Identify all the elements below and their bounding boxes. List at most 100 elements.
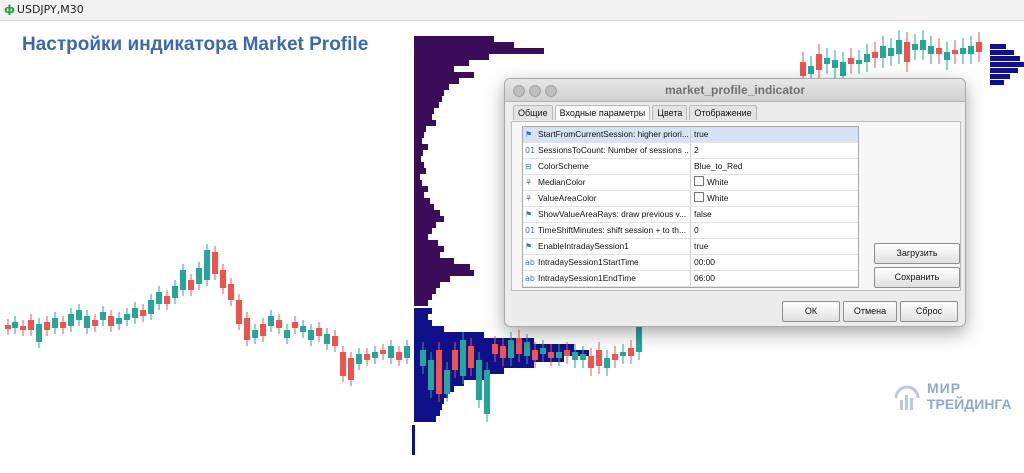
param-value[interactable]: 06:00 bbox=[690, 271, 715, 286]
profile-bar bbox=[414, 252, 440, 258]
candle-body bbox=[612, 354, 618, 360]
candle-body bbox=[532, 350, 538, 360]
candle-body bbox=[436, 350, 442, 394]
candle-body bbox=[60, 322, 66, 328]
candle-body bbox=[524, 342, 530, 356]
param-value-text: 00:00 bbox=[694, 257, 715, 267]
candle-body bbox=[244, 318, 250, 340]
profile-bar bbox=[414, 410, 440, 416]
profile-bar bbox=[414, 204, 434, 210]
candle-body bbox=[976, 42, 982, 52]
candle-body bbox=[396, 352, 402, 360]
param-row[interactable]: ⊟IntradaySession1ColorSchemeBlue_to_Red bbox=[523, 287, 858, 288]
candle-body bbox=[380, 350, 386, 354]
param-value[interactable]: White bbox=[690, 191, 728, 206]
candle-body bbox=[28, 320, 34, 330]
cancel-button[interactable]: Отмена bbox=[843, 301, 897, 322]
candle-body bbox=[348, 358, 354, 380]
reset-button[interactable]: Сброс bbox=[900, 301, 958, 322]
param-value[interactable]: Blue_to_Red bbox=[690, 159, 742, 174]
candle-body bbox=[952, 50, 958, 54]
candle-body bbox=[132, 308, 138, 318]
profile-bar bbox=[414, 72, 474, 78]
param-value[interactable]: White bbox=[690, 175, 728, 190]
param-row[interactable]: ⚑ ShowValueAreaRays: draw previous v... fa… bbox=[523, 207, 858, 223]
param-value[interactable]: true bbox=[690, 239, 708, 254]
param-value[interactable]: true bbox=[690, 127, 708, 142]
load-button[interactable]: Загрузить bbox=[874, 243, 960, 264]
profile-bar bbox=[414, 246, 444, 252]
color-swatch-icon[interactable] bbox=[694, 192, 704, 202]
profile-bar bbox=[414, 150, 423, 156]
candle-body bbox=[140, 310, 146, 316]
candle-body bbox=[20, 326, 26, 330]
candle-body bbox=[872, 52, 878, 58]
param-row[interactable]: 01 SessionsToCount: Number of sessions ..… bbox=[523, 143, 858, 159]
candle-body bbox=[180, 270, 186, 290]
candle-body bbox=[252, 330, 258, 338]
symbol-label[interactable]: ф USDJPY,M30 bbox=[4, 3, 84, 16]
candle-body bbox=[12, 322, 18, 328]
param-row[interactable]: ⚘ ValueAreaColor White bbox=[523, 191, 858, 207]
param-row[interactable]: ⚑ EnableIntradaySession1 true bbox=[523, 239, 858, 255]
param-name: ⚑ EnableIntradaySession1 bbox=[525, 241, 689, 251]
dialog-titlebar[interactable]: market_profile_indicator bbox=[505, 79, 965, 102]
param-name-text: ShowValueAreaRays: draw previous v... bbox=[538, 209, 687, 219]
param-name-text: SessionsToCount: Number of sessions ... bbox=[538, 145, 689, 155]
profile-bar bbox=[414, 416, 436, 422]
param-row[interactable]: ⊟ ColorScheme Blue_to_Red bbox=[523, 159, 858, 175]
param-value[interactable]: 2 bbox=[690, 143, 699, 158]
candle-body bbox=[800, 62, 806, 76]
profile-bar bbox=[414, 308, 432, 314]
candle-body bbox=[548, 352, 554, 358]
tab-inputs[interactable]: Входные параметры bbox=[554, 105, 651, 120]
profile-bar bbox=[414, 288, 436, 294]
candle-body bbox=[404, 346, 410, 358]
profile-bar bbox=[414, 60, 469, 66]
param-row[interactable]: ab IntradaySession1EndTime 06:00 bbox=[523, 271, 858, 287]
tab-display[interactable]: Отображение bbox=[689, 105, 757, 120]
page-title: Настройки индикатора Market Profile bbox=[22, 34, 369, 55]
string-icon: ab bbox=[525, 258, 535, 267]
save-button[interactable]: Сохранить bbox=[874, 267, 960, 288]
ok-button[interactable]: ОК bbox=[782, 301, 840, 322]
param-value-text: White bbox=[707, 177, 729, 187]
profile-bar bbox=[414, 222, 436, 228]
candle-body bbox=[944, 52, 950, 60]
candle-body bbox=[516, 338, 522, 354]
tab-general[interactable]: Общие bbox=[513, 105, 553, 120]
candle-body bbox=[636, 326, 642, 352]
param-row[interactable]: ⚘ MedianColor White bbox=[523, 175, 858, 191]
param-name-text: ColorScheme bbox=[538, 161, 589, 171]
param-value-text: Blue_to_Red bbox=[694, 161, 743, 171]
candle-body bbox=[260, 324, 266, 336]
parameter-rows: ⚑ StartFromCurrentSession: higher priori.… bbox=[523, 127, 858, 288]
param-value[interactable]: 00:00 bbox=[690, 255, 715, 270]
candles-icon: ф bbox=[4, 3, 15, 16]
param-value[interactable]: Blue_to_Red bbox=[690, 287, 742, 288]
param-row[interactable]: ⚑ StartFromCurrentSession: higher priori.… bbox=[523, 127, 858, 143]
candle-body bbox=[220, 270, 226, 288]
candle-body bbox=[292, 322, 298, 328]
profile-bar bbox=[414, 198, 430, 204]
dialog-title: market_profile_indicator bbox=[664, 83, 806, 97]
param-name: ⚑ ShowValueAreaRays: draw previous v... bbox=[525, 209, 689, 219]
profile-bar bbox=[414, 332, 484, 338]
palette-icon: ⚘ bbox=[525, 178, 533, 187]
profile-bar bbox=[414, 320, 432, 326]
tab-panel: ⚑ StartFromCurrentSession: higher priori.… bbox=[511, 121, 961, 291]
param-name: ab IntradaySession1StartTime bbox=[525, 257, 689, 267]
param-value-text: false bbox=[694, 209, 712, 219]
param-row[interactable]: 01 TimeShiftMinutes: shift session + to t… bbox=[523, 223, 858, 239]
param-name-text: IntradaySession1EndTime bbox=[538, 273, 636, 283]
candle-body bbox=[148, 300, 154, 314]
param-value[interactable]: 0 bbox=[690, 223, 699, 238]
candle-body bbox=[276, 320, 282, 328]
color-swatch-icon[interactable] bbox=[694, 176, 704, 186]
profile-bar bbox=[990, 80, 1004, 85]
profile-bar bbox=[414, 300, 428, 306]
param-row[interactable]: ab IntradaySession1StartTime 00:00 bbox=[523, 255, 858, 271]
tab-colors[interactable]: Цвета bbox=[652, 105, 688, 120]
profile-bar bbox=[414, 90, 444, 96]
param-value[interactable]: false bbox=[690, 207, 712, 222]
